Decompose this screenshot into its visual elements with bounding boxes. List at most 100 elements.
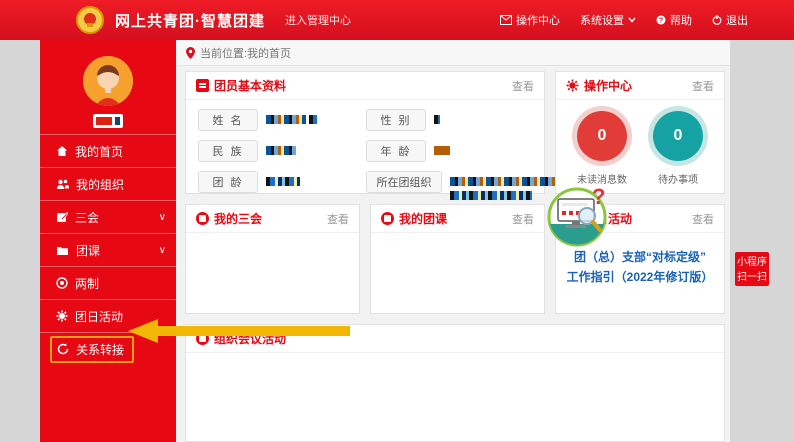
nav-help[interactable]: ? 帮助 <box>656 12 692 28</box>
view-link[interactable]: 查看 <box>512 211 534 227</box>
badge-line1: 小程序 <box>735 255 769 270</box>
view-link[interactable]: 查看 <box>512 78 534 94</box>
sidebar-item-label: 三会 <box>75 209 99 226</box>
gear-icon <box>56 310 68 322</box>
id-card-icon <box>196 79 209 92</box>
redacted-value-mosaic <box>266 177 300 186</box>
card-header: 团员基本资料 查看 <box>186 72 544 100</box>
app-title: 网上共青团·智慧团建 <box>115 10 265 31</box>
my-lessons-card: 我的团课 查看 <box>370 204 545 314</box>
question-icon: ? <box>656 15 666 25</box>
sidebar-item-my-home[interactable]: 我的首页 <box>40 134 176 167</box>
sidebar-item-league-day-activity[interactable]: 团日活动 <box>40 299 176 332</box>
field-ethnicity: 民 族 <box>198 140 348 162</box>
field-name: 姓 名 <box>198 109 348 131</box>
gear-icon <box>566 79 579 92</box>
counters: 0 未读消息数 0 待办事项 <box>556 100 724 186</box>
field-label: 年 龄 <box>366 140 426 162</box>
users-icon <box>56 178 69 190</box>
todo-count-circle: 0 <box>653 111 703 161</box>
redacted-value-mosaic <box>266 115 306 124</box>
sidebar: 我的首页 我的组织 三会 ∨ <box>40 40 176 442</box>
field-label: 性 别 <box>366 109 426 131</box>
card-header: 我的三会 查看 <box>186 205 359 233</box>
nav-label: 帮助 <box>670 12 692 28</box>
folder-icon <box>56 245 69 256</box>
nav-logout[interactable]: 退出 <box>712 12 748 28</box>
badge-line2: 扫一扫 <box>735 270 769 285</box>
chevron-down-icon: ∨ <box>159 245 166 256</box>
sidebar-item-label: 两制 <box>75 275 99 292</box>
field-age: 年 龄 <box>366 140 578 162</box>
sidebar-item-label: 我的首页 <box>75 143 123 160</box>
counter-label: 待办事项 <box>653 171 703 186</box>
target-icon <box>56 277 68 289</box>
card-title: 团员基本资料 <box>214 77 286 94</box>
view-link[interactable]: 查看 <box>692 211 714 227</box>
member-fields: 姓 名 性 别 民 族 年 龄 团 龄 <box>186 100 544 209</box>
refresh-icon <box>57 343 69 355</box>
sidebar-item-two-systems[interactable]: 两制 <box>40 266 176 299</box>
power-icon <box>712 15 722 25</box>
envelope-icon <box>500 15 512 25</box>
meeting-icon <box>196 212 209 225</box>
profile-block <box>40 40 176 128</box>
sidebar-item-label: 我的组织 <box>76 176 124 193</box>
main-content: 当前位置:我的首页 团员基本资料 查看 姓 名 性 别 民 <box>176 40 730 442</box>
card-title: 我的三会 <box>214 210 262 227</box>
svg-text:?: ? <box>659 18 663 25</box>
edit-icon <box>56 211 68 223</box>
enter-admin-link[interactable]: 进入管理中心 <box>285 12 351 28</box>
chevron-down-icon: ∨ <box>159 212 166 223</box>
sidebar-menu: 我的首页 我的组织 三会 ∨ <box>40 134 176 365</box>
field-label: 民 族 <box>198 140 258 162</box>
field-label: 姓 名 <box>198 109 258 131</box>
chevron-down-icon <box>628 17 636 23</box>
tutorial-highlight-box: 关系转接 <box>50 336 134 363</box>
sidebar-item-league-lessons[interactable]: 团课 ∨ <box>40 233 176 266</box>
card-header: 组织会议活动 <box>186 325 724 353</box>
card-title: 操作中心 <box>584 77 632 94</box>
sidebar-item-label: 团日活动 <box>75 308 123 325</box>
view-link[interactable]: 查看 <box>692 78 714 94</box>
card-header: 操作中心 查看 <box>556 72 724 100</box>
activity-link-line2: 工作指引（2022年修订版） <box>556 267 724 287</box>
my-meetings-card: 我的三会 查看 <box>185 204 360 314</box>
home-icon <box>56 145 68 157</box>
field-label: 团 龄 <box>198 171 258 193</box>
activity-link-line1: 团（总）支部“对标定级” <box>556 247 724 267</box>
header-nav: 操作中心 系统设置 ? 帮助 退出 <box>500 12 748 28</box>
mini-program-scan-badge[interactable]: 小程序 扫一扫 <box>735 252 769 286</box>
location-pin-icon <box>186 47 195 59</box>
user-avatar <box>83 56 133 106</box>
redacted-value-mosaic <box>450 191 532 200</box>
app-window: 网上共青团·智慧团建 进入管理中心 操作中心 系统设置 ? <box>0 0 794 442</box>
breadcrumb: 当前位置:我的首页 <box>176 40 730 66</box>
top-header: 网上共青团·智慧团建 进入管理中心 操作中心 系统设置 ? <box>0 0 794 40</box>
sidebar-item-my-organization[interactable]: 我的组织 <box>40 167 176 200</box>
breadcrumb-label: 当前位置:我的首页 <box>200 45 291 61</box>
field-league-age: 团 龄 <box>198 171 348 200</box>
card-header: 我的团课 查看 <box>371 205 544 233</box>
field-label: 所在团组织 <box>366 171 442 193</box>
nav-system-settings[interactable]: 系统设置 <box>580 12 636 28</box>
floating-help-widget[interactable]: ? <box>543 184 615 248</box>
unread-count-circle: 0 <box>577 111 627 161</box>
counter-todo: 0 待办事项 <box>653 111 703 186</box>
sidebar-item-three-meetings[interactable]: 三会 ∨ <box>40 200 176 233</box>
redacted-value-mosaic <box>434 115 440 124</box>
redacted-value-mosaic <box>434 146 450 155</box>
nav-action-center[interactable]: 操作中心 <box>500 12 560 28</box>
counter-unread: 0 未读消息数 <box>577 111 627 186</box>
sidebar-item-relationship-transfer[interactable]: 关系转接 <box>40 332 176 365</box>
member-badge-icon <box>93 114 123 128</box>
org-meetings-card: 组织会议活动 <box>185 324 725 442</box>
nav-label: 操作中心 <box>516 12 560 28</box>
league-emblem-logo <box>75 5 105 35</box>
redacted-value-mosaic <box>309 115 317 124</box>
view-link[interactable]: 查看 <box>327 211 349 227</box>
member-info-card: 团员基本资料 查看 姓 名 性 别 民 族 年 龄 <box>185 71 545 194</box>
nav-label: 系统设置 <box>580 12 624 28</box>
redacted-value-mosaic <box>266 146 296 155</box>
field-gender: 性 别 <box>366 109 578 131</box>
